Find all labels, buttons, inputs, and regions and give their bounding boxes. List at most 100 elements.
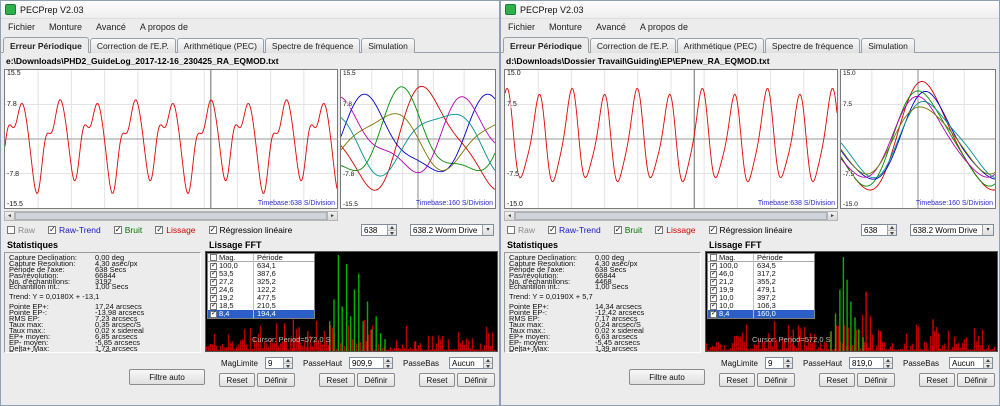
bruit-checkbox[interactable]: Bruit [114, 225, 142, 235]
menu-a-propos-de[interactable]: A propos de [133, 20, 195, 34]
checkbox-box[interactable] [209, 226, 217, 234]
passehaut-reset-button[interactable]: Reset [319, 373, 355, 387]
checkbox-box[interactable] [507, 226, 515, 234]
passebas-reset-button[interactable]: Reset [419, 373, 455, 387]
passehaut-spinner[interactable]: 909,9 [349, 357, 393, 369]
fft-row[interactable]: 21,2 355,2 [708, 278, 814, 286]
tab-spectre-frequence[interactable]: Spectre de fréquence [265, 38, 360, 53]
fft-row-checkbox[interactable] [710, 271, 717, 278]
filtre-auto-button[interactable]: Filtre auto [129, 369, 205, 385]
fft-row-checkbox[interactable] [710, 287, 717, 294]
raw-checkbox[interactable]: Raw [507, 225, 535, 235]
main-pe-chart[interactable]: 15.0 7.5 -7.5 -15.0 Timebase:638 S/Divis… [504, 69, 838, 209]
raw-trend-checkbox[interactable]: Raw-Trend [48, 225, 101, 235]
tab-simulation[interactable]: Simulation [361, 38, 415, 53]
titlebar[interactable]: PECPrep V2.03 [501, 1, 999, 19]
tab-arithmetique-pec[interactable]: Arithmétique (PEC) [677, 38, 764, 53]
lissage-checkbox[interactable]: Lissage [655, 225, 695, 235]
maglimite-definir-button[interactable]: Définir [757, 373, 795, 387]
scroll-right-arrow[interactable]: ► [327, 212, 337, 220]
menu-monture[interactable]: Monture [42, 20, 89, 34]
checkbox-box[interactable] [655, 226, 663, 234]
main-pe-chart[interactable]: 15.5 7.8 -7.8 -15.5 Timebase:638 S/Divis… [4, 69, 338, 209]
passebas-definir-button[interactable]: Définir [457, 373, 495, 387]
fft-row[interactable]: 100,0 634,1 [208, 262, 314, 270]
checkbox-box[interactable] [7, 226, 15, 234]
passehaut-spinner[interactable]: 819,0 [849, 357, 893, 369]
passehaut-definir-button[interactable]: Définir [857, 373, 895, 387]
tab-simulation[interactable]: Simulation [861, 38, 915, 53]
maglimite-reset-button[interactable]: Reset [719, 373, 755, 387]
checkbox-box[interactable] [114, 226, 122, 234]
fft-row-checkbox[interactable] [210, 303, 217, 310]
passehaut-definir-button[interactable]: Définir [357, 373, 395, 387]
passehaut-reset-button[interactable]: Reset [819, 373, 855, 387]
maglimite-spinner[interactable]: 9 [265, 357, 293, 369]
maglimite-reset-button[interactable]: Reset [219, 373, 255, 387]
harmonics-chart[interactable]: 15.0 7.5 -7.5 -15.0 Timebase:160 S/Divis… [840, 69, 996, 209]
spinner-arrows-icon[interactable] [983, 358, 992, 368]
fft-row[interactable]: 24,6 122,2 [208, 286, 314, 294]
checkbox-box[interactable] [614, 226, 622, 234]
fft-row-checkbox[interactable] [210, 311, 217, 318]
checkbox-box[interactable] [48, 226, 56, 234]
fft-spectrum[interactable]: Mag. Période 100,0 634,5 46,0 317,2 21,2… [705, 251, 998, 352]
maglimite-spinner[interactable]: 9 [765, 357, 793, 369]
chart-hscrollbar[interactable]: ◄► [4, 211, 338, 221]
checkbox-box[interactable] [548, 226, 556, 234]
fft-row-checkbox[interactable] [210, 263, 217, 270]
fft-row-checkbox[interactable] [210, 279, 217, 286]
maglimite-definir-button[interactable]: Définir [257, 373, 295, 387]
fft-row[interactable]: 10,0 106,3 [708, 302, 814, 310]
fft-row[interactable]: 8,4 160,0 [708, 310, 814, 318]
passebas-definir-button[interactable]: Définir [957, 373, 995, 387]
checkbox-box[interactable] [155, 226, 163, 234]
fft-header-checkbox[interactable] [710, 254, 717, 261]
raw-trend-checkbox[interactable]: Raw-Trend [548, 225, 601, 235]
menu-fichier[interactable]: Fichier [1, 20, 42, 34]
fft-row-checkbox[interactable] [210, 287, 217, 294]
checkbox-box[interactable] [709, 226, 717, 234]
scroll-thumb[interactable] [15, 212, 327, 220]
spinner-arrows-icon[interactable] [387, 225, 396, 235]
fft-row-checkbox[interactable] [210, 295, 217, 302]
fft-row[interactable]: 100,0 634,5 [708, 262, 814, 270]
tab-arithmetique-pec[interactable]: Arithmétique (PEC) [177, 38, 264, 53]
raw-checkbox[interactable]: Raw [7, 225, 35, 235]
fft-row[interactable]: 27,2 325,2 [208, 278, 314, 286]
fft-row-checkbox[interactable] [710, 303, 717, 310]
spinner-arrows-icon[interactable] [783, 358, 792, 368]
fft-row-checkbox[interactable] [710, 311, 717, 318]
combo-dropdown-icon[interactable]: ▾ [982, 225, 993, 235]
tab-spectre-frequence[interactable]: Spectre de fréquence [765, 38, 860, 53]
filtre-auto-button[interactable]: Filtre auto [629, 369, 705, 385]
fft-spectrum[interactable]: Mag. Période 100,0 634,1 53,5 387,6 27,2… [205, 251, 498, 352]
fft-harmonics-table[interactable]: Mag. Période 100,0 634,5 46,0 317,2 21,2… [707, 253, 815, 319]
scroll-left-arrow[interactable]: ◄ [505, 212, 515, 220]
spinner-arrows-icon[interactable] [887, 225, 896, 235]
passebas-reset-button[interactable]: Reset [919, 373, 955, 387]
fft-row-checkbox[interactable] [710, 263, 717, 270]
tab-erreur-periodique[interactable]: Erreur Périodique [3, 37, 89, 53]
regression-lineaire-checkbox[interactable]: Régression linéaire [709, 225, 793, 235]
fft-row[interactable]: 46,0 317,2 [708, 270, 814, 278]
menu-fichier[interactable]: Fichier [501, 20, 542, 34]
chart-hscrollbar[interactable]: ◄► [504, 211, 838, 221]
fft-row-checkbox[interactable] [210, 271, 217, 278]
worm-drive-combo[interactable]: 638.2 Worm Drive▾ [910, 224, 994, 236]
worm-period-spinner[interactable]: 638 [361, 224, 397, 236]
tab-correction-ep[interactable]: Correction de l'E.P. [590, 38, 676, 53]
scroll-right-arrow[interactable]: ► [827, 212, 837, 220]
fft-row[interactable]: 53,5 387,6 [208, 270, 314, 278]
passebas-spinner[interactable]: Aucun [449, 357, 493, 369]
menu-monture[interactable]: Monture [542, 20, 589, 34]
fft-row-checkbox[interactable] [710, 279, 717, 286]
menu-a-propos-de[interactable]: A propos de [633, 20, 695, 34]
regression-lineaire-checkbox[interactable]: Régression linéaire [209, 225, 293, 235]
fft-harmonics-table[interactable]: Mag. Période 100,0 634,1 53,5 387,6 27,2… [207, 253, 315, 319]
fft-row[interactable]: 19,9 479,1 [708, 286, 814, 294]
tab-erreur-periodique[interactable]: Erreur Périodique [503, 37, 589, 53]
fft-row[interactable]: 18,5 210,5 [208, 302, 314, 310]
spinner-arrows-icon[interactable] [283, 358, 292, 368]
harmonics-chart[interactable]: 15.5 7.8 -7.8 -15.5 Timebase:160 S/Divis… [340, 69, 496, 209]
